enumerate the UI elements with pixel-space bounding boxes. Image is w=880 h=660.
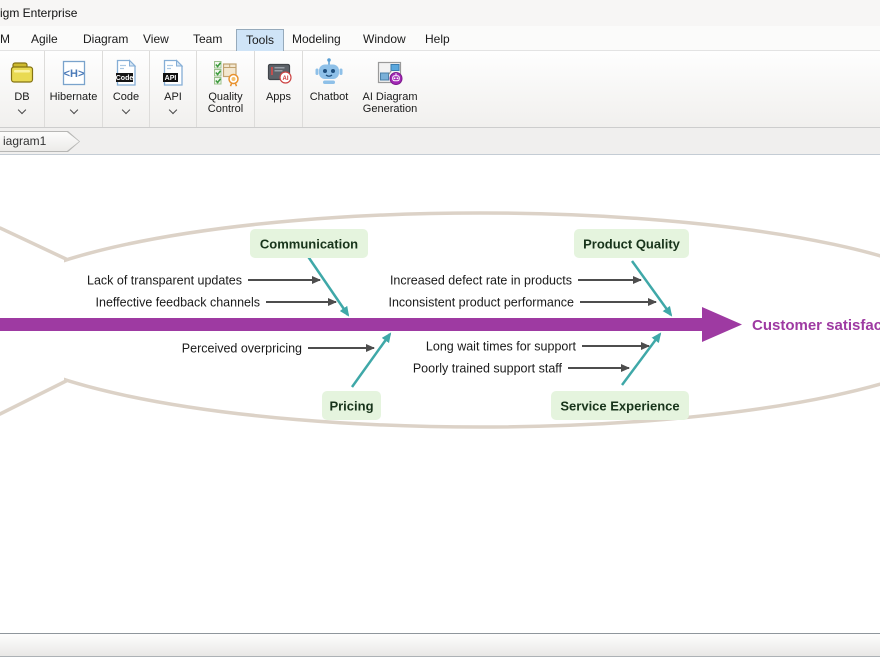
spine-arrowhead	[702, 307, 742, 342]
toolbar-label: DB	[14, 91, 29, 103]
menu-item-modeling[interactable]: Modeling	[283, 29, 350, 50]
window-title: igm Enterprise	[0, 6, 77, 20]
code-file-icon: Code	[110, 57, 142, 89]
toolbar-button-db[interactable]: DB	[0, 51, 45, 127]
chevron-down-icon[interactable]	[122, 106, 130, 114]
diagram-canvas[interactable]: Customer satisfaction Communication Lack …	[0, 155, 880, 633]
cause-label[interactable]: Poorly trained support staff	[413, 362, 563, 376]
quality-control-icon	[210, 57, 242, 89]
menu-bar: M Agile Diagram View Team Tools Modeling…	[0, 26, 880, 51]
toolbar-button-hibernate[interactable]: <H> Hibernate	[45, 51, 103, 127]
title-bar: igm Enterprise	[0, 0, 880, 26]
cause-label[interactable]: Ineffective feedback channels	[96, 296, 260, 310]
svg-text:Code: Code	[116, 75, 134, 82]
category-label[interactable]: Product Quality	[583, 237, 681, 252]
svg-text:API: API	[165, 75, 177, 82]
chevron-down-icon[interactable]	[18, 106, 26, 114]
diagram-tab-bar: iagram1	[0, 128, 880, 155]
toolbar-label: AI Diagram	[362, 91, 417, 103]
apps-icon: AI	[263, 57, 295, 89]
database-icon	[6, 57, 38, 89]
menu-item-m[interactable]: M	[0, 29, 19, 50]
chevron-down-icon[interactable]	[69, 106, 77, 114]
toolbar: DB <H> Hibernate Code Code API	[0, 51, 880, 128]
hibernate-icon: <H>	[58, 57, 90, 89]
cause-label[interactable]: Perceived overpricing	[182, 342, 302, 356]
api-file-icon: API	[157, 57, 189, 89]
toolbar-label: Code	[113, 91, 139, 103]
bone[interactable]	[352, 334, 390, 387]
category-label[interactable]: Service Experience	[560, 399, 679, 414]
toolbar-button-apps[interactable]: AI Apps	[255, 51, 303, 127]
cause-label[interactable]: Inconsistent product performance	[388, 296, 574, 310]
toolbar-button-code[interactable]: Code Code	[103, 51, 150, 127]
svg-text:AI: AI	[282, 76, 288, 82]
toolbar-button-ai-diagram-generation[interactable]: AI Diagram Generation	[355, 51, 425, 127]
ai-diagram-generation-icon	[374, 57, 406, 89]
svg-text:<H>: <H>	[63, 68, 84, 80]
menu-item-window[interactable]: Window	[354, 29, 415, 50]
menu-item-agile[interactable]: Agile	[22, 29, 67, 50]
toolbar-label: Apps	[266, 91, 291, 103]
diagram-tab-label: iagram1	[0, 132, 79, 151]
cause-label[interactable]: Lack of transparent updates	[87, 274, 242, 288]
menu-item-help[interactable]: Help	[416, 29, 459, 50]
category-label[interactable]: Communication	[260, 237, 358, 252]
menu-item-tools[interactable]: Tools	[236, 29, 284, 51]
toolbar-button-api[interactable]: API API	[150, 51, 197, 127]
category-label[interactable]: Pricing	[329, 399, 373, 414]
chevron-down-icon[interactable]	[169, 106, 177, 114]
menu-item-diagram[interactable]: Diagram	[74, 29, 137, 50]
fishbone-diagram: Customer satisfaction Communication Lack …	[0, 155, 880, 633]
toolbar-label-line2: Generation	[363, 103, 417, 115]
bone[interactable]	[632, 261, 671, 315]
toolbar-label: Chatbot	[310, 91, 349, 103]
bone[interactable]	[622, 334, 660, 385]
toolbar-label: API	[164, 91, 182, 103]
menu-item-team[interactable]: Team	[184, 29, 231, 50]
cause-label[interactable]: Long wait times for support	[426, 340, 577, 354]
chatbot-icon	[313, 57, 345, 89]
cause-label[interactable]: Increased defect rate in products	[390, 274, 572, 288]
toolbar-label-line2: Control	[208, 103, 243, 115]
spine[interactable]	[0, 318, 706, 331]
effect-label[interactable]: Customer satisfaction	[752, 317, 880, 334]
bone[interactable]	[307, 255, 348, 315]
toolbar-label: Quality	[208, 91, 242, 103]
diagram-tab[interactable]: iagram1	[0, 131, 80, 152]
menu-item-view[interactable]: View	[134, 29, 178, 50]
toolbar-button-chatbot[interactable]: Chatbot	[303, 51, 355, 127]
toolbar-label: Hibernate	[50, 91, 98, 103]
status-bar	[0, 633, 880, 657]
toolbar-button-quality-control[interactable]: Quality Control	[197, 51, 255, 127]
